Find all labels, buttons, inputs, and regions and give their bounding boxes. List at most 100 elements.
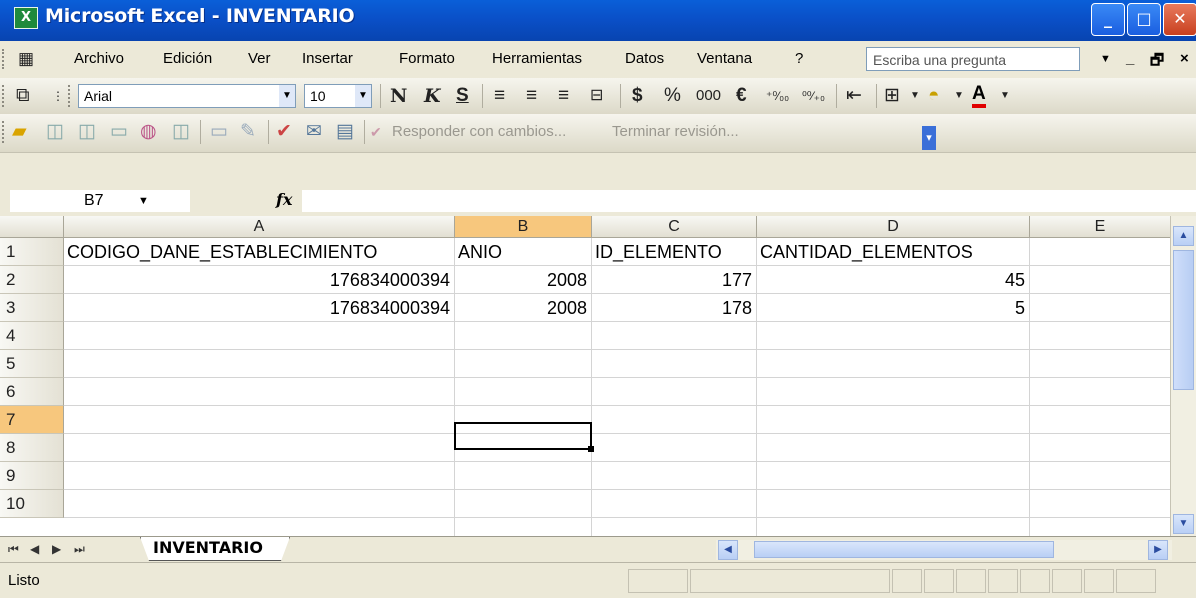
cell-d1[interactable]: CANTIDAD_ELEMENTOS <box>760 238 973 266</box>
chevron-down-icon[interactable]: ▼ <box>910 84 920 108</box>
cell-b1[interactable]: ANIO <box>458 238 502 266</box>
insert-function-icon[interactable]: fx <box>276 190 292 209</box>
column-header-c[interactable]: C <box>592 216 757 238</box>
show-all-comments-icon[interactable]: ◍ <box>140 120 157 144</box>
indent-icon[interactable]: ⇤ <box>846 84 862 108</box>
ask-question-input[interactable]: Escriba una pregunta <box>866 47 1080 71</box>
toolbar-grip[interactable] <box>2 121 7 143</box>
cell-a1[interactable]: CODIGO_DANE_ESTABLECIMIENTO <box>67 238 377 266</box>
toolbar-grip-2[interactable] <box>68 85 73 107</box>
chevron-down-icon[interactable]: ▼ <box>138 190 149 212</box>
merge-center-icon[interactable]: ⊟ <box>590 84 603 108</box>
fill-color-icon[interactable]: ◓ <box>928 84 939 108</box>
row-header-8[interactable]: 8 <box>0 434 64 462</box>
row-header-1[interactable]: 1 <box>0 238 64 266</box>
doc-restore-button[interactable]: 🗗 <box>1150 50 1164 75</box>
end-review-button[interactable]: Terminar revisión... <box>612 123 739 140</box>
select-all-corner[interactable] <box>0 216 64 238</box>
cell-b2[interactable]: 2008 <box>455 266 587 294</box>
close-button[interactable]: ✕ <box>1163 3 1196 36</box>
row-header-6[interactable]: 6 <box>0 378 64 406</box>
active-cell-b7[interactable] <box>454 422 594 452</box>
menu-ventana[interactable]: Ventana <box>697 50 752 67</box>
send-mail-icon[interactable]: ✉ <box>306 120 322 144</box>
chevron-down-icon[interactable]: ▼ <box>279 85 295 107</box>
ask-dropdown-icon[interactable]: ▼ <box>1100 53 1111 65</box>
delete-comment-icon[interactable]: ◫ <box>172 120 190 144</box>
doc-close-button[interactable]: × <box>1180 50 1189 67</box>
row-header-2[interactable]: 2 <box>0 266 64 294</box>
next-sheet-icon[interactable]: ▶ <box>52 542 61 556</box>
align-right-icon[interactable]: ≡ <box>558 84 569 108</box>
borders-icon[interactable]: ⊞ <box>884 84 900 108</box>
menu-formato[interactable]: Formato <box>399 50 455 67</box>
toolbar-options-icon[interactable]: ▾ <box>922 126 936 150</box>
row-header-10[interactable]: 10 <box>0 490 64 518</box>
cell-c3[interactable]: 178 <box>592 294 752 322</box>
toolbar-grip[interactable] <box>2 85 7 107</box>
maximize-button[interactable]: □ <box>1127 3 1161 36</box>
cell-d3[interactable]: 5 <box>757 294 1025 322</box>
next-comment-icon[interactable]: ◫ <box>78 120 96 144</box>
scroll-up-icon[interactable]: ▲ <box>1173 226 1194 246</box>
cell-a3[interactable]: 176834000394 <box>64 294 450 322</box>
font-color-icon[interactable]: A <box>972 84 986 108</box>
increase-decimal-button[interactable]: ⁺⁰⁄₀₀ <box>766 84 789 108</box>
bold-button[interactable]: N <box>390 84 407 108</box>
scroll-down-icon[interactable]: ▼ <box>1173 514 1194 534</box>
menu-edicion[interactable]: Edición <box>163 50 212 67</box>
excel-app-icon[interactable]: X <box>14 7 38 29</box>
last-sheet-icon[interactable]: ⏭ <box>74 542 85 557</box>
horizontal-scroll-thumb[interactable] <box>754 541 1054 558</box>
cell-b3[interactable]: 2008 <box>455 294 587 322</box>
sheet-tab-inventario[interactable]: INVENTARIO <box>140 537 290 561</box>
row-header-5[interactable]: 5 <box>0 350 64 378</box>
vertical-scroll-thumb[interactable] <box>1173 250 1194 390</box>
show-comment-icon[interactable]: ▭ <box>110 120 128 144</box>
column-header-b[interactable]: B <box>455 216 592 238</box>
scroll-left-icon[interactable]: ◀ <box>718 540 738 560</box>
minimize-button[interactable]: _ <box>1091 3 1125 36</box>
thousands-button[interactable]: 000 <box>696 84 721 108</box>
cell-d2[interactable]: 45 <box>757 266 1025 294</box>
chevron-down-icon[interactable]: ▼ <box>355 85 371 107</box>
menu-grip[interactable] <box>2 49 7 69</box>
row-header-9[interactable]: 9 <box>0 462 64 490</box>
underline-button[interactable]: S <box>456 84 469 108</box>
menu-archivo[interactable]: Archivo <box>74 50 124 67</box>
menu-herramientas[interactable]: Herramientas <box>492 50 582 67</box>
font-size-select[interactable]: 10 ▼ <box>304 84 372 108</box>
scroll-right-icon[interactable]: ▶ <box>1148 540 1168 560</box>
fill-handle[interactable] <box>588 446 594 452</box>
horizontal-scrollbar[interactable]: ◀ ▶ <box>716 540 1172 560</box>
chevron-down-icon[interactable]: ▼ <box>1000 84 1010 108</box>
euro-button[interactable]: € <box>736 84 747 108</box>
decrease-decimal-button[interactable]: ⁰⁰⁄₊₀ <box>802 84 825 108</box>
column-header-e[interactable]: E <box>1030 216 1171 238</box>
first-sheet-icon[interactable]: ⏮ <box>8 542 19 557</box>
eraser-icon[interactable]: ✎ <box>240 120 256 144</box>
prev-sheet-icon[interactable]: ◀ <box>30 542 39 556</box>
chevron-down-icon[interactable]: ▼ <box>954 84 964 108</box>
menu-ver[interactable]: Ver <box>248 50 271 67</box>
currency-button[interactable]: $ <box>632 84 643 108</box>
ink-icon[interactable]: ▭ <box>210 120 228 144</box>
cell-c1[interactable]: ID_ELEMENTO <box>595 238 722 266</box>
align-center-icon[interactable]: ≡ <box>526 84 537 108</box>
menu-datos[interactable]: Datos <box>625 50 664 67</box>
reviewing-pane-icon[interactable]: ▤ <box>336 120 354 144</box>
formula-input[interactable] <box>302 190 1196 212</box>
track-changes-icon[interactable]: ✔ <box>276 120 292 144</box>
research-icon[interactable]: ⧉ <box>16 84 30 108</box>
menu-insertar[interactable]: Insertar <box>302 50 353 67</box>
menu-help[interactable]: ? <box>795 50 803 67</box>
doc-minimize-button[interactable]: _ <box>1126 50 1134 67</box>
italic-button[interactable]: K <box>424 84 441 108</box>
reply-with-changes-button[interactable]: Responder con cambios... <box>392 123 566 140</box>
prev-comment-icon[interactable]: ◫ <box>46 120 64 144</box>
workbook-icon[interactable]: ▦ <box>18 47 34 71</box>
vertical-scrollbar[interactable]: ▲ ▼ <box>1170 216 1196 536</box>
font-name-select[interactable]: Arial ▼ <box>78 84 296 108</box>
column-header-a[interactable]: A <box>64 216 455 238</box>
name-box[interactable]: B7 ▼ <box>10 190 190 212</box>
